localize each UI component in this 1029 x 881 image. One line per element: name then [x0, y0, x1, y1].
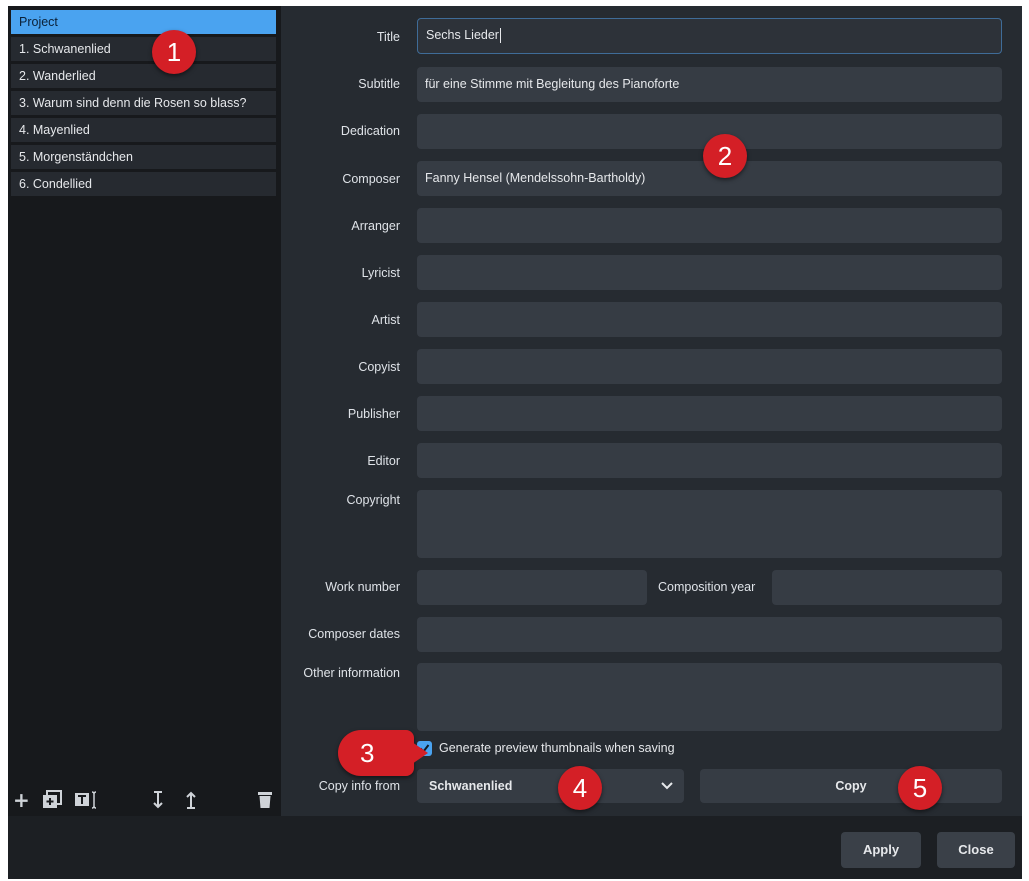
- work-number-field[interactable]: [417, 570, 647, 605]
- editor-label: Editor: [367, 454, 400, 468]
- artist-label: Artist: [371, 313, 400, 327]
- copyist-field[interactable]: [417, 349, 1002, 384]
- subtitle-label: Subtitle: [358, 77, 400, 91]
- publisher-label: Publisher: [347, 407, 400, 421]
- close-button[interactable]: Close: [937, 832, 1015, 868]
- composer-label: Composer: [342, 172, 400, 186]
- dialog-footer: Apply Close: [8, 816, 1022, 879]
- copy-info-from-select[interactable]: Schwanenlied: [417, 769, 684, 803]
- editor-field[interactable]: [417, 443, 1002, 478]
- arranger-label: Arranger: [351, 219, 400, 233]
- callout-badge: 4: [558, 766, 602, 810]
- copy-info-from-label: Copy info from: [318, 779, 400, 793]
- rename-icon[interactable]: [74, 790, 98, 815]
- list-item-flow[interactable]: 6. Condellied: [11, 172, 276, 196]
- list-item-flow[interactable]: 5. Morgenständchen: [11, 145, 276, 169]
- list-item-flow[interactable]: 2. Wanderlied: [11, 64, 276, 88]
- copyright-field[interactable]: [417, 490, 1002, 558]
- lyricist-field[interactable]: [417, 255, 1002, 290]
- composer-dates-field[interactable]: [417, 617, 1002, 652]
- composition-year-field[interactable]: [772, 570, 1002, 605]
- other-information-label: Other information: [303, 666, 400, 680]
- callout-badge: 2: [703, 134, 747, 178]
- list-item-flow[interactable]: 1. Schwanenlied: [11, 37, 276, 61]
- flow-list-pane: Project 1. Schwanenlied 2. Wanderlied 3.…: [8, 6, 281, 816]
- copyright-label: Copyright: [346, 493, 401, 507]
- list-item-project[interactable]: Project: [11, 10, 276, 34]
- move-down-icon[interactable]: [151, 790, 165, 815]
- list-toolbar: +: [8, 786, 281, 816]
- other-information-field[interactable]: [417, 663, 1002, 731]
- thumbnails-label: Generate preview thumbnails when saving: [439, 741, 675, 755]
- copy-info-selected-value: Schwanenlied: [429, 779, 513, 793]
- composer-dates-label: Composer dates: [308, 627, 400, 641]
- title-field[interactable]: Sechs Lieder: [417, 18, 1002, 54]
- move-up-icon[interactable]: [184, 790, 198, 815]
- chevron-down-icon: [661, 782, 673, 790]
- callout-badge: 1: [152, 30, 196, 74]
- subtitle-field[interactable]: für eine Stimme mit Begleitung des Piano…: [417, 67, 1002, 102]
- add-icon[interactable]: +: [13, 790, 30, 810]
- title-label: Title: [376, 30, 400, 44]
- dedication-label: Dedication: [340, 124, 400, 138]
- list-item-flow[interactable]: 4. Mayenlied: [11, 118, 276, 142]
- copyist-label: Copyist: [358, 360, 400, 374]
- callout-badge: 3: [338, 730, 428, 776]
- publisher-field[interactable]: [417, 396, 1002, 431]
- duplicate-icon[interactable]: [42, 790, 64, 815]
- copy-button[interactable]: Copy: [700, 769, 1002, 803]
- artist-field[interactable]: [417, 302, 1002, 337]
- apply-button[interactable]: Apply: [841, 832, 921, 868]
- list-item-flow[interactable]: 3. Warum sind denn die Rosen so blass?: [11, 91, 276, 115]
- text-caret: [499, 28, 501, 44]
- composition-year-label: Composition year: [658, 580, 756, 594]
- delete-icon[interactable]: [257, 790, 273, 815]
- arranger-field[interactable]: [417, 208, 1002, 243]
- callout-badge: 5: [898, 766, 942, 810]
- lyricist-label: Lyricist: [361, 266, 400, 280]
- project-info-dialog: Project 1. Schwanenlied 2. Wanderlied 3.…: [8, 6, 1022, 879]
- work-number-label: Work number: [325, 580, 400, 594]
